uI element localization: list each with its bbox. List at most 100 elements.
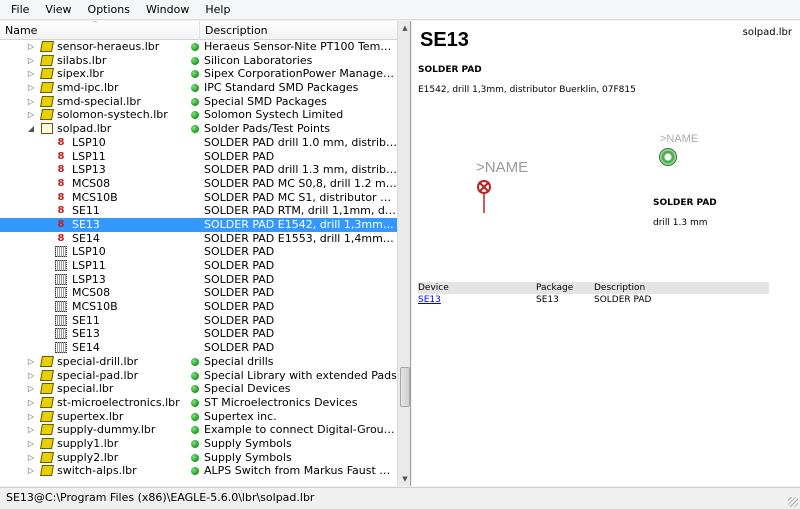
tree-row-description: IPC Standard SMD Packages [204, 81, 359, 95]
tree-row-description: Example to connect Digital-Ground to Ana… [204, 423, 397, 437]
tree-row-name: st-microelectronics.lbr [57, 395, 180, 409]
tree-row[interactable]: ▷ supply2.lbr Supply Symbols [0, 451, 397, 465]
tree-row[interactable]: LSP13 SOLDER PAD [0, 273, 397, 287]
menu-window[interactable]: Window [138, 0, 197, 20]
tree-row[interactable]: 8 LSP10 SOLDER PAD drill 1.0 mm, distribut… [0, 136, 397, 150]
scroll-up-icon[interactable]: ▲ [398, 21, 410, 35]
tree-row[interactable]: ▷ solomon-systech.lbr Solomon Systech Limi… [0, 108, 397, 122]
scroll-down-icon[interactable]: ▼ [398, 472, 410, 486]
expand-arrow-icon[interactable]: ▷ [26, 81, 36, 95]
resize-grip-icon[interactable] [788, 497, 798, 507]
tree-row[interactable]: 8 SE13 SOLDER PAD E1542, drill 1,3mm, dist… [0, 217, 397, 232]
library-tree-pane: Name ^ Description ▷ sensor-heraeus.lbr He… [0, 21, 411, 486]
package-cell: SE13 [536, 295, 559, 305]
expand-arrow-icon[interactable]: ▷ [26, 437, 36, 451]
device-icon: 8 [57, 164, 65, 176]
expand-arrow-icon[interactable]: ▷ [26, 423, 36, 437]
tree-row[interactable]: 8 SE11 SOLDER PAD RTM, drill 1,1mm, distri… [0, 204, 397, 218]
menu-file[interactable]: File [3, 0, 37, 20]
tree-row[interactable]: ▷ silabs.lbr Silicon Laboratories [0, 54, 397, 68]
device-link[interactable]: SE13 [418, 294, 441, 306]
tree-row[interactable]: ▷ special-pad.lbr Special Library with ext… [0, 369, 397, 383]
library-icon [40, 109, 54, 121]
tree-row-description: SOLDER PAD [204, 245, 275, 259]
package-icon [55, 260, 67, 271]
tree-row[interactable]: LSP11 SOLDER PAD [0, 259, 397, 273]
tree-row[interactable]: ◢ solpad.lbr Solder Pads/Test Points [0, 122, 397, 136]
expand-arrow-icon[interactable]: ▷ [26, 410, 36, 424]
tree-row[interactable]: ▷ st-microelectronics.lbr ST Microelectron… [0, 396, 397, 410]
library-icon [40, 82, 54, 94]
expand-arrow-icon[interactable]: ▷ [26, 382, 36, 396]
preview-pane: SE13 solpad.lbr SOLDER PAD E1542, drill … [412, 21, 800, 486]
expand-arrow-icon[interactable]: ▷ [26, 40, 36, 54]
menu-options[interactable]: Options [80, 0, 138, 20]
tree-row[interactable]: LSP10 SOLDER PAD [0, 245, 397, 259]
expand-arrow-icon[interactable]: ▷ [26, 464, 36, 478]
status-dot-icon [191, 84, 199, 93]
tree-row[interactable]: 8 LSP13 SOLDER PAD drill 1.3 mm, distribut… [0, 163, 397, 177]
tree-row[interactable]: 8 LSP11 SOLDER PAD [0, 150, 397, 164]
tree-row[interactable]: 8 MCS08 SOLDER PAD MC S0,8, drill 1.2 mm, … [0, 177, 397, 191]
expand-arrow-icon[interactable]: ▷ [26, 108, 36, 122]
preview-title: SE13 [420, 29, 469, 51]
tree-row[interactable]: MCS10B SOLDER PAD [0, 300, 397, 314]
symbol-preview: >NAME [476, 159, 556, 219]
tree-row[interactable]: ▷ smd-special.lbr Special SMD Packages [0, 95, 397, 109]
tree-row[interactable]: ▷ switch-alps.lbr ALPS Switch from Markus … [0, 464, 397, 478]
expand-arrow-icon[interactable]: ▷ [26, 67, 36, 81]
tree-row[interactable]: SE13 SOLDER PAD [0, 327, 397, 341]
tree-row[interactable]: 8 MCS10B SOLDER PAD MC S1, distributor Bue… [0, 191, 397, 205]
status-dot-icon [191, 453, 199, 462]
scrollbar-thumb[interactable] [400, 367, 410, 407]
tree-scrollbar[interactable]: ▲ ▼ [397, 21, 410, 486]
expand-arrow-icon[interactable]: ▷ [26, 54, 36, 68]
column-name[interactable]: Name [0, 21, 200, 40]
menu-help[interactable]: Help [197, 0, 238, 20]
library-icon [40, 54, 54, 66]
expand-arrow-icon[interactable]: ▷ [26, 369, 36, 383]
expand-arrow-icon[interactable]: ▷ [26, 355, 36, 369]
tree-row-description: SOLDER PAD MC S0,8, drill 1.2 mm, distri… [204, 176, 397, 190]
tree-row-description: SOLDER PAD [204, 300, 275, 314]
tree-row-description: SOLDER PAD [204, 327, 275, 341]
tree-row-name: MCS08 [72, 286, 111, 300]
tree-row[interactable]: MCS08 SOLDER PAD [0, 286, 397, 300]
header-device: Device [418, 283, 449, 293]
tree-row-name: silabs.lbr [57, 53, 107, 67]
tree-row[interactable]: ▷ supply1.lbr Supply Symbols [0, 437, 397, 451]
expand-arrow-icon[interactable]: ▷ [26, 451, 36, 465]
tree-row-description: ST Microelectronics Devices [204, 395, 358, 409]
status-dot-icon [191, 56, 199, 65]
tree-row-name: LSP11 [72, 149, 106, 163]
expand-arrow-icon[interactable]: ▷ [26, 396, 36, 410]
tree-row-name: supply-dummy.lbr [57, 423, 156, 437]
tree-row[interactable]: ▷ special-drill.lbr Special drills [0, 355, 397, 369]
tree-row[interactable]: ▷ sipex.lbr Sipex CorporationPower Managem… [0, 67, 397, 81]
tree-row[interactable]: ▷ supertex.lbr Supertex inc. [0, 410, 397, 424]
expand-arrow-icon[interactable]: ▷ [26, 95, 36, 109]
expanded-arrow-icon[interactable]: ◢ [26, 122, 36, 136]
package-name-label: >NAME [660, 133, 699, 145]
tree-row[interactable]: SE14 SOLDER PAD [0, 341, 397, 355]
tree-row[interactable]: ▷ sensor-heraeus.lbr Heraeus Sensor-Nite P… [0, 40, 397, 54]
tree-row-description: SOLDER PAD E1542, drill 1,3mm, distribut… [204, 217, 397, 231]
tree-row[interactable]: ▷ special.lbr Special Devices [0, 382, 397, 396]
library-tree: ▷ sensor-heraeus.lbr Heraeus Sensor-Nite P… [0, 40, 397, 486]
header-package: Package [536, 283, 574, 293]
device-icon: 8 [57, 191, 65, 203]
tree-row-name: SE13 [72, 327, 100, 341]
device-icon: 8 [57, 150, 65, 162]
library-icon [40, 424, 54, 436]
column-description[interactable]: Description [200, 21, 397, 40]
tree-row-name: MCS10B [72, 300, 118, 314]
tree-row-description: Solomon Systech Limited [204, 108, 344, 122]
device-icon: 8 [57, 136, 65, 148]
tree-row[interactable]: 8 SE14 SOLDER PAD E1553, drill 1,4mm, dist… [0, 232, 397, 246]
tree-row-name: LSP10 [72, 135, 106, 149]
tree-row[interactable]: SE11 SOLDER PAD [0, 314, 397, 328]
tree-row[interactable]: ▷ smd-ipc.lbr IPC Standard SMD Packages [0, 81, 397, 95]
tree-row[interactable]: ▷ supply-dummy.lbr Example to connect Digi… [0, 423, 397, 437]
status-dot-icon [191, 43, 199, 51]
menu-view[interactable]: View [37, 0, 79, 20]
